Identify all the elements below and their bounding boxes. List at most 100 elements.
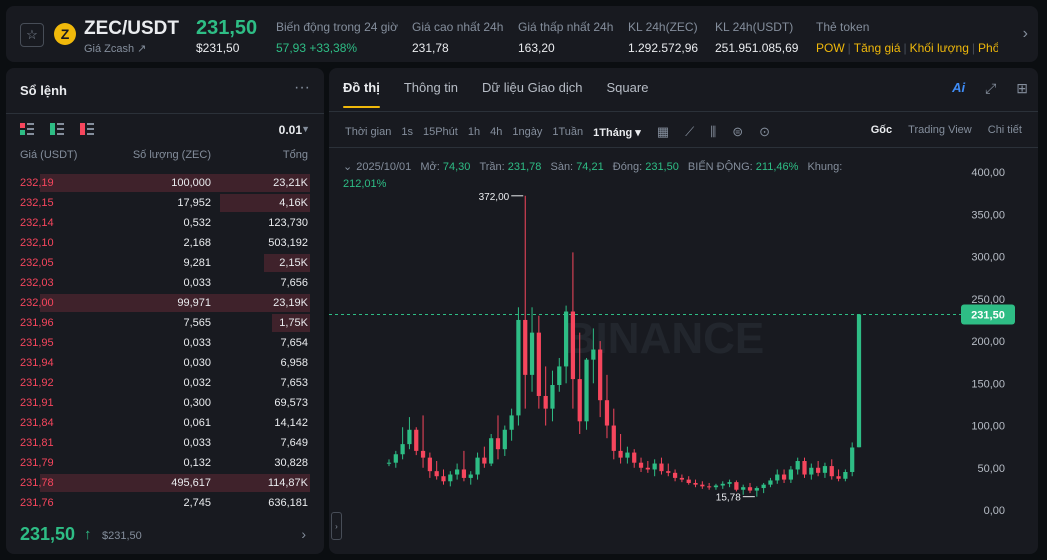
ask-row[interactable]: 231,81 0,033 7,649 [6,433,324,453]
ask-row[interactable]: 232,03 0,033 7,656 [6,273,324,293]
timeframe-option[interactable]: 15Phút [423,126,458,138]
sidebar-toggle-icon[interactable]: › [331,512,342,540]
ask-row[interactable]: 231,76 2,745 636,181 [6,493,324,513]
ask-row[interactable]: 232,10 2,168 503,192 [6,233,324,253]
timeframe-option[interactable]: 1Tuần [552,126,583,138]
candle-body [461,469,467,478]
token-tag[interactable]: Phổ [978,41,998,55]
zcash-coin-icon: Z [54,23,76,45]
ohlc-open-label: Mở: [420,161,440,173]
candle-body [843,471,848,479]
timeframe-option[interactable]: 1h [468,126,480,138]
candle-body [795,461,800,470]
expand-icon[interactable]: ⤢ [985,80,996,97]
chart-settings-icon[interactable]: ⊜ [732,124,743,140]
candle-body [577,379,582,422]
candle-body [666,471,671,473]
candle-body [427,457,432,472]
token-tag[interactable]: Tăng giá [854,41,901,55]
token-tag[interactable]: POW [816,41,845,55]
indicator-icon[interactable]: ⟋ [685,124,694,140]
coin-info-link[interactable]: Giá Zcash ↗ [84,42,146,55]
timeframe-option[interactable]: 1ngày [512,126,542,138]
chevron-down-icon[interactable]: ⌄ [343,161,352,173]
ask-quantity: 2,168 [183,237,211,249]
candle-body [707,486,712,488]
caret-down-icon[interactable]: ▼ [301,124,310,134]
candle-body [591,349,596,360]
grid-layout-icon[interactable]: ⊞ [1016,80,1028,97]
ask-row[interactable]: 231,84 0,061 14,142 [6,413,324,433]
ask-row[interactable]: 232,14 0,532 123,730 [6,213,324,233]
candle-body [754,488,759,491]
candle-body [509,415,514,430]
ask-quantity: 0,033 [183,337,211,349]
timeframe-option[interactable]: 4h [490,126,502,138]
view-depth[interactable]: Chi tiết [988,124,1022,136]
candle-body [482,457,487,464]
ask-row[interactable]: 231,94 0,030 6,958 [6,353,324,373]
candle-body [659,463,664,472]
ask-price: 231,95 [20,337,54,349]
ask-row[interactable]: 231,91 0,300 69,573 [6,393,324,413]
ask-price: 232,03 [20,277,54,289]
candle-body [550,384,555,409]
token-tag[interactable]: Khối lượng [910,41,969,55]
tab-trading-data[interactable]: Dữ liệu Giao dịch [482,80,582,95]
candlestick-chart[interactable]: BINANCE0,0050,00100,00150,00200,00250,00… [329,148,1038,554]
timeframe-option-selected[interactable]: 1Tháng ▾ [593,126,641,139]
ask-total: 7,654 [280,337,308,349]
candle-body [836,476,841,479]
ask-quantity: 0,030 [183,357,211,369]
candle-body [584,359,589,422]
ask-row[interactable]: 232,00 99,971 23,19K [6,293,324,313]
candle-body [393,454,398,463]
view-tradingview[interactable]: Trading View [908,124,972,136]
layout-bids-icon[interactable] [50,123,64,135]
settings-icon[interactable]: ⊙ [759,124,770,140]
timeframe-option[interactable]: 1s [401,126,413,138]
ask-total: 6,958 [280,357,308,369]
current-price-label: 231,50 [971,309,1005,321]
layout-asks-icon[interactable] [80,123,94,135]
ask-row[interactable]: 231,92 0,032 7,653 [6,373,324,393]
tab-chart[interactable]: Đồ thị [343,80,380,108]
candle-body [632,452,637,463]
ask-row[interactable]: 232,19 100,000 23,21K [6,173,324,193]
ask-quantity: 0,132 [183,457,211,469]
stat-label: Biến động trong 24 giờ [276,20,398,34]
ask-row[interactable]: 231,95 0,033 7,654 [6,333,324,353]
ask-price: 231,76 [20,497,54,509]
stat-24h-volume-zec: KL 24h(ZEC) 1.292.572,96 [628,20,698,55]
candle-body [407,429,412,445]
ai-icon[interactable]: Ai [952,80,965,97]
ask-row[interactable]: 232,05 9,281 2,15K [6,253,324,273]
chevron-right-icon[interactable]: › [1023,25,1028,43]
ask-row[interactable]: 231,96 7,565 1,75K [6,313,324,333]
stat-label: Thẻ token [816,20,870,34]
candle-body [386,462,392,464]
y-tick-label: 400,00 [971,167,1005,179]
chevron-right-icon[interactable]: › [301,526,306,542]
ask-row[interactable]: 231,78 495,617 114,87K [6,473,324,493]
stat-label: KL 24h(USDT) [715,20,794,34]
stat-value: 231,78 [412,41,449,55]
tab-info[interactable]: Thông tin [404,80,458,95]
layout-both-icon[interactable] [20,123,34,135]
symbol-name[interactable]: ZEC/USDT [84,18,179,40]
ask-total: 114,87K [267,477,308,489]
tick-size-select[interactable]: 0.01 [279,123,302,137]
y-tick-label: 0,00 [984,505,1005,517]
y-tick-label: 150,00 [971,378,1005,390]
ask-row[interactable]: 232,15 17,952 4,16K [6,193,324,213]
calendar-icon[interactable]: ▦ [657,124,669,140]
ask-row[interactable]: 231,79 0,132 30,828 [6,453,324,473]
view-original[interactable]: Gốc [871,124,892,136]
column-header-quantity: Số lượng (ZEC) [132,149,211,161]
favorite-star-button[interactable]: ☆ [20,23,44,47]
tab-square[interactable]: Square [607,80,649,95]
ask-quantity: 17,952 [177,197,211,209]
candle-body [618,450,623,458]
candle-type-icon[interactable]: ⫼ [710,124,716,140]
more-options-icon[interactable]: ··· [294,79,310,97]
